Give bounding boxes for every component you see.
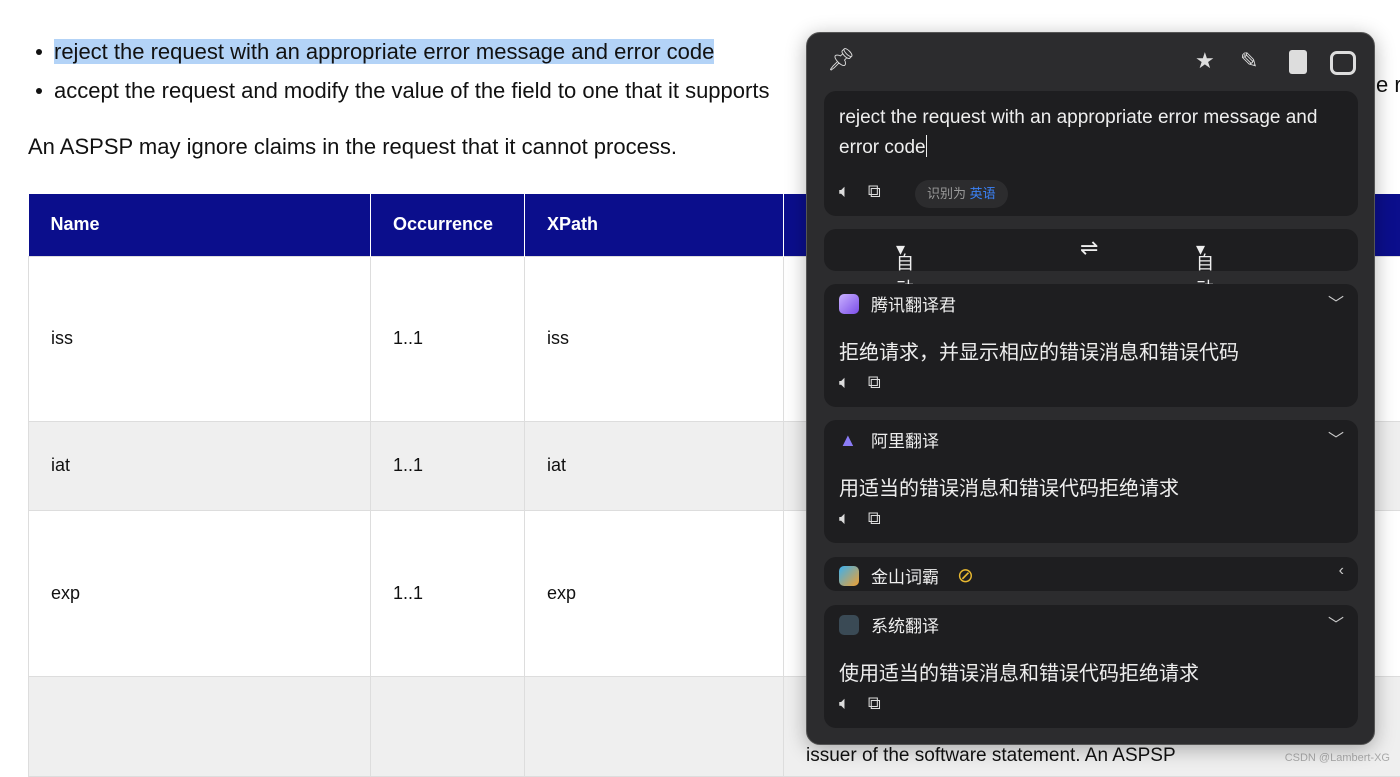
- cell: iss: [29, 256, 371, 421]
- disabled-icon: ⊘: [957, 563, 974, 588]
- source-actions: 🔈︎ ⧉: [839, 181, 881, 202]
- result-actions: 🔈︎ ⧉: [839, 508, 881, 529]
- chevron-left-icon[interactable]: ‹: [1339, 562, 1344, 580]
- cell: 1..1: [371, 256, 525, 421]
- result-actions: 🔈︎ ⧉: [839, 693, 881, 714]
- copy-icon[interactable]: ⧉: [868, 508, 881, 529]
- engine-name: 阿里翻译: [871, 427, 939, 452]
- header-name: Name: [29, 194, 371, 256]
- eraser-icon[interactable]: ✎: [1240, 48, 1258, 74]
- engine-header[interactable]: 腾讯翻译君: [839, 291, 956, 316]
- translation-result: 用适当的错误消息和错误代码拒绝请求: [839, 472, 1179, 501]
- engine-header[interactable]: 系统翻译: [839, 612, 939, 637]
- star-icon[interactable]: ★: [1195, 48, 1215, 74]
- bullet-item: accept the request and modify the value …: [36, 71, 769, 110]
- engine-name: 腾讯翻译君: [871, 291, 956, 316]
- selected-text[interactable]: reject the request with an appropriate e…: [54, 39, 714, 64]
- chevron-down-icon[interactable]: ﹀: [1328, 290, 1344, 314]
- cell: exp: [29, 510, 371, 676]
- paragraph: An ASPSP may ignore claims in the reques…: [28, 134, 677, 160]
- engine-card-ali: ▲ 阿里翻译 ﹀ 用适当的错误消息和错误代码拒绝请求 🔈︎ ⧉: [824, 420, 1358, 543]
- chevron-down-icon[interactable]: ﹀: [1328, 611, 1344, 635]
- copy-icon[interactable]: ⧉: [868, 372, 881, 393]
- cell: [371, 676, 525, 776]
- speaker-icon[interactable]: 🔈︎: [839, 693, 850, 714]
- system-translate-logo-icon: [839, 615, 859, 635]
- source-text-input[interactable]: reject the request with an appropriate e…: [839, 103, 1339, 163]
- jinshan-logo-icon: [839, 566, 859, 586]
- source-text-card: reject the request with an appropriate e…: [824, 91, 1358, 216]
- bullet-list: reject the request with an appropriate e…: [36, 32, 769, 110]
- watermark: CSDN @Lambert-XG: [1285, 752, 1390, 764]
- cell: iat: [29, 421, 371, 510]
- cell: 1..1: [371, 421, 525, 510]
- engine-card-tencent: 腾讯翻译君 ﹀ 拒绝请求，并显示相应的错误消息和错误代码 🔈︎ ⧉: [824, 284, 1358, 407]
- chevron-down-icon[interactable]: ﹀: [1328, 426, 1344, 450]
- translation-result: 使用适当的错误消息和错误代码拒绝请求: [839, 657, 1199, 686]
- cell: exp: [525, 510, 784, 676]
- detected-language-badge: 识别为 英语: [915, 180, 1008, 208]
- engine-header[interactable]: 金山词霸 ⊘: [839, 563, 974, 588]
- translation-result: 拒绝请求，并显示相应的错误消息和错误代码: [839, 336, 1239, 365]
- copy-icon[interactable]: ⧉: [868, 693, 881, 714]
- engine-card-system: 系统翻译 ﹀ 使用适当的错误消息和错误代码拒绝请求 🔈︎ ⧉: [824, 605, 1358, 728]
- translation-popup: 📌︎ ★ ✎ reject the request with an approp…: [806, 32, 1375, 745]
- cell: iat: [525, 421, 784, 510]
- language-bar: 自动检测 ▾ ⇌ 自动选择 ▾: [824, 229, 1358, 271]
- header-xpath: XPath: [525, 194, 784, 256]
- engine-name: 金山词霸: [871, 563, 939, 588]
- text-caret: [926, 135, 927, 157]
- speaker-icon[interactable]: 🔈︎: [839, 372, 850, 393]
- engine-header[interactable]: ▲ 阿里翻译: [839, 427, 939, 452]
- tencent-logo-icon: [839, 294, 859, 314]
- bullet-tail: e r: [1376, 72, 1400, 98]
- speaker-icon[interactable]: 🔈︎: [839, 181, 850, 202]
- bookmark-icon[interactable]: [1289, 50, 1307, 74]
- target-language-select[interactable]: 自动选择 ▾: [1196, 239, 1205, 260]
- toggle-icon[interactable]: [1330, 51, 1356, 75]
- header-occurrence: Occurrence: [371, 194, 525, 256]
- engine-card-jinshan: 金山词霸 ⊘ ‹: [824, 557, 1358, 591]
- cell: [525, 676, 784, 776]
- bullet-item: reject the request with an appropriate e…: [36, 32, 769, 71]
- copy-icon[interactable]: ⧉: [868, 181, 881, 202]
- result-actions: 🔈︎ ⧉: [839, 372, 881, 393]
- ali-logo-icon: ▲: [839, 430, 859, 450]
- pin-icon[interactable]: 📌︎: [827, 47, 855, 73]
- cell: iss: [525, 256, 784, 421]
- speaker-icon[interactable]: 🔈︎: [839, 508, 850, 529]
- cell: 1..1: [371, 510, 525, 676]
- source-language-select[interactable]: 自动检测 ▾: [896, 239, 905, 260]
- swap-languages-icon[interactable]: ⇌: [1080, 235, 1098, 261]
- issuer-text: issuer of the software statement. An ASP…: [806, 745, 1176, 767]
- engine-name: 系统翻译: [871, 612, 939, 637]
- cell: [29, 676, 371, 776]
